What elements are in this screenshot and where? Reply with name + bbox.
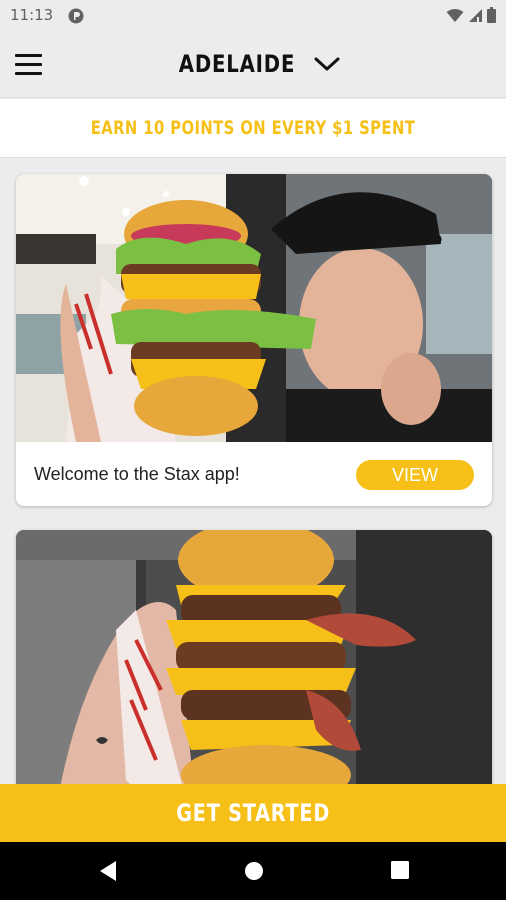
get-started-label: GET STARTED [176,799,330,827]
card-photo-illustration [16,174,492,442]
app-header: ADELAIDE [0,32,506,98]
battery-icon [487,7,496,23]
points-promo-banner: EARN 10 POINTS ON EVERY $1 SPENT [0,99,506,158]
card-photo-illustration [16,530,492,784]
status-bar: 11:13 [0,0,506,32]
wifi-icon [446,8,464,22]
location-selector[interactable]: ADELAIDE [0,50,506,78]
system-nav-bar [0,842,506,900]
burger-with-man-photo [16,174,492,442]
card-title: Welcome to the Stax app! [34,464,240,484]
promo-text: EARN 10 POINTS ON EVERY $1 SPENT [90,117,416,139]
news-feed[interactable]: Welcome to the Stax app! VIEW [0,158,506,784]
view-button[interactable]: VIEW [356,460,474,490]
get-started-button[interactable]: GET STARTED [0,784,506,842]
feed-card[interactable]: Welcome to the Stax app! VIEW [16,174,492,506]
status-time: 11:13 [10,6,54,24]
location-name: ADELAIDE [178,50,295,78]
stacked-bacon-burger-photo [16,530,492,784]
status-icons [446,7,496,23]
feed-card[interactable] [16,530,492,784]
chevron-down-icon [314,57,340,71]
card-footer: Welcome to the Stax app! VIEW [16,442,492,506]
home-icon[interactable] [243,860,265,882]
app-notification-icon [68,8,84,24]
recents-icon[interactable] [390,860,410,880]
back-icon[interactable] [98,860,118,882]
cell-signal-icon [469,8,482,22]
